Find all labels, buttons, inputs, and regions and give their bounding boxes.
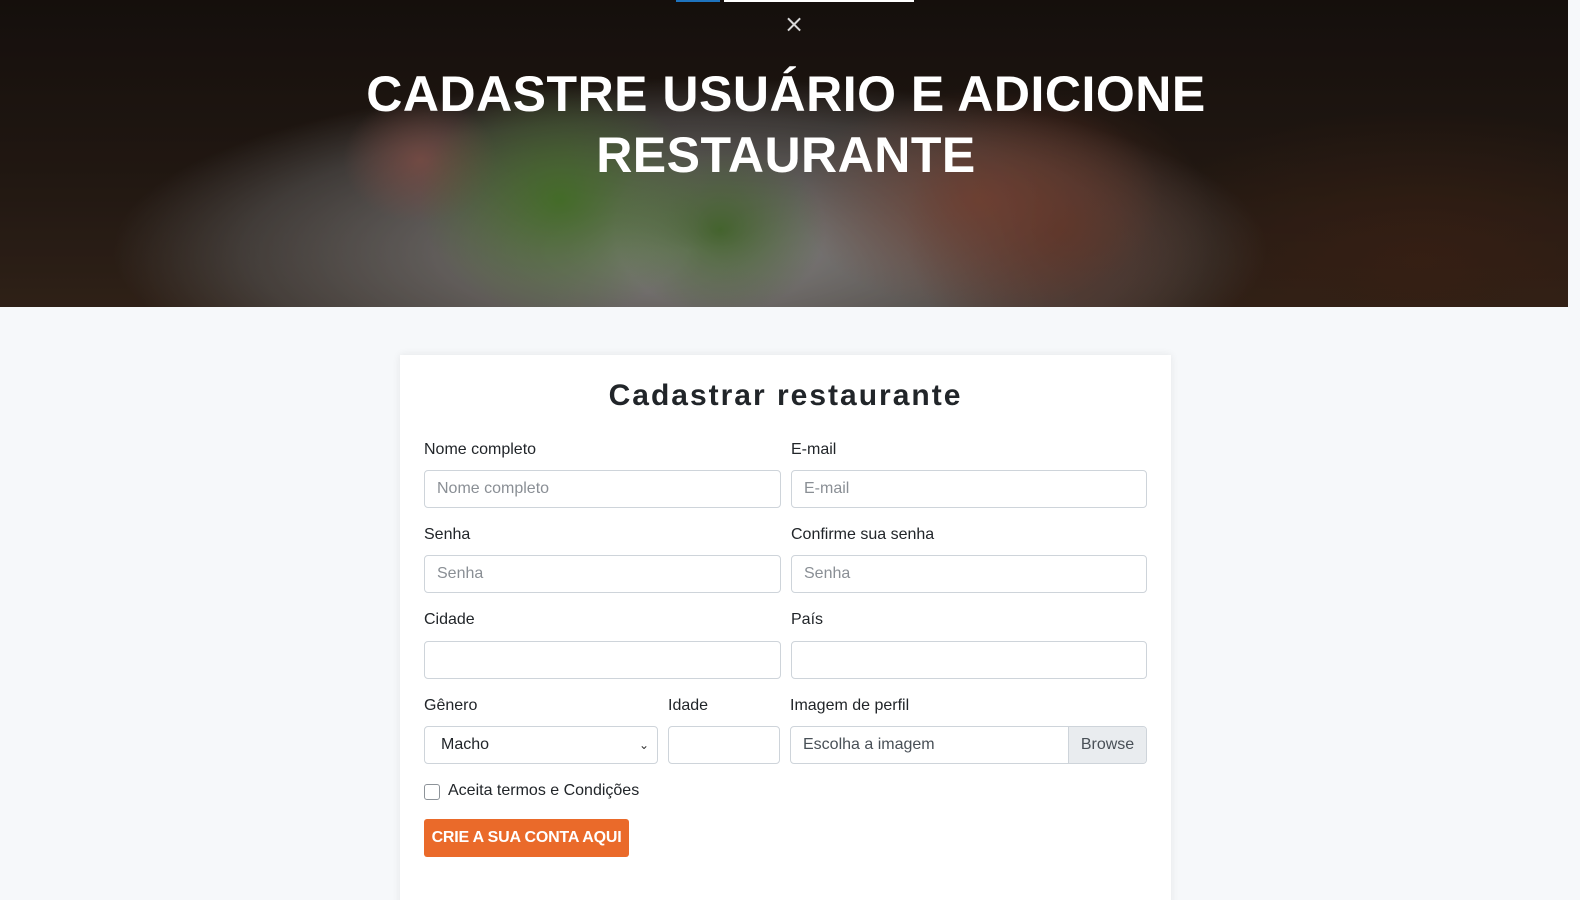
full-name-input[interactable]	[424, 470, 781, 508]
form-title: Cadastrar restaurante	[608, 379, 963, 412]
hero-banner: × CADASTRE USUÁRIO E ADICIONE RESTAURANT…	[0, 0, 1568, 307]
confirm-password-label: Confirme sua senha	[791, 526, 935, 543]
gender-select[interactable]: Macho ⌄	[424, 726, 658, 764]
profile-image-label: Imagem de perfil	[790, 697, 910, 714]
age-label: Idade	[668, 697, 709, 714]
page-title-line2: RESTAURANTE	[596, 127, 976, 183]
age-input[interactable]	[668, 726, 780, 764]
create-account-button[interactable]: CRIE A SUA CONTA AQUI	[424, 819, 629, 857]
page-title: CADASTRE USUÁRIO E ADICIONE RESTAURANTE	[0, 64, 1568, 186]
email-label: E-mail	[791, 441, 837, 458]
password-input[interactable]	[424, 555, 781, 593]
hero-progress-track	[724, 0, 914, 2]
country-input[interactable]	[791, 641, 1147, 679]
confirm-password-input[interactable]	[791, 555, 1147, 593]
city-input[interactable]	[424, 641, 781, 679]
file-input-placeholder: Escolha a imagem	[803, 736, 935, 753]
password-label: Senha	[424, 526, 471, 543]
profile-image-file-input[interactable]: Escolha a imagem Browse	[790, 726, 1147, 764]
email-input[interactable]	[791, 470, 1147, 508]
registration-card: Cadastrar restaurante Nome completo E-ma…	[400, 355, 1171, 900]
terms-label[interactable]: Aceita termos e Condições	[448, 782, 639, 800]
terms-checkbox[interactable]	[424, 784, 440, 800]
gender-selected-value: Macho	[441, 736, 490, 753]
page-title-line1: CADASTRE USUÁRIO E ADICIONE	[366, 66, 1206, 122]
chevron-down-icon: ⌄	[638, 738, 649, 752]
country-label: País	[791, 611, 824, 628]
gender-label: Gênero	[424, 697, 478, 714]
browse-button[interactable]: Browse	[1068, 727, 1146, 763]
full-name-label: Nome completo	[424, 441, 537, 458]
city-label: Cidade	[424, 611, 475, 628]
hero-progress-highlight	[676, 0, 720, 2]
close-icon[interactable]: ×	[782, 12, 806, 36]
